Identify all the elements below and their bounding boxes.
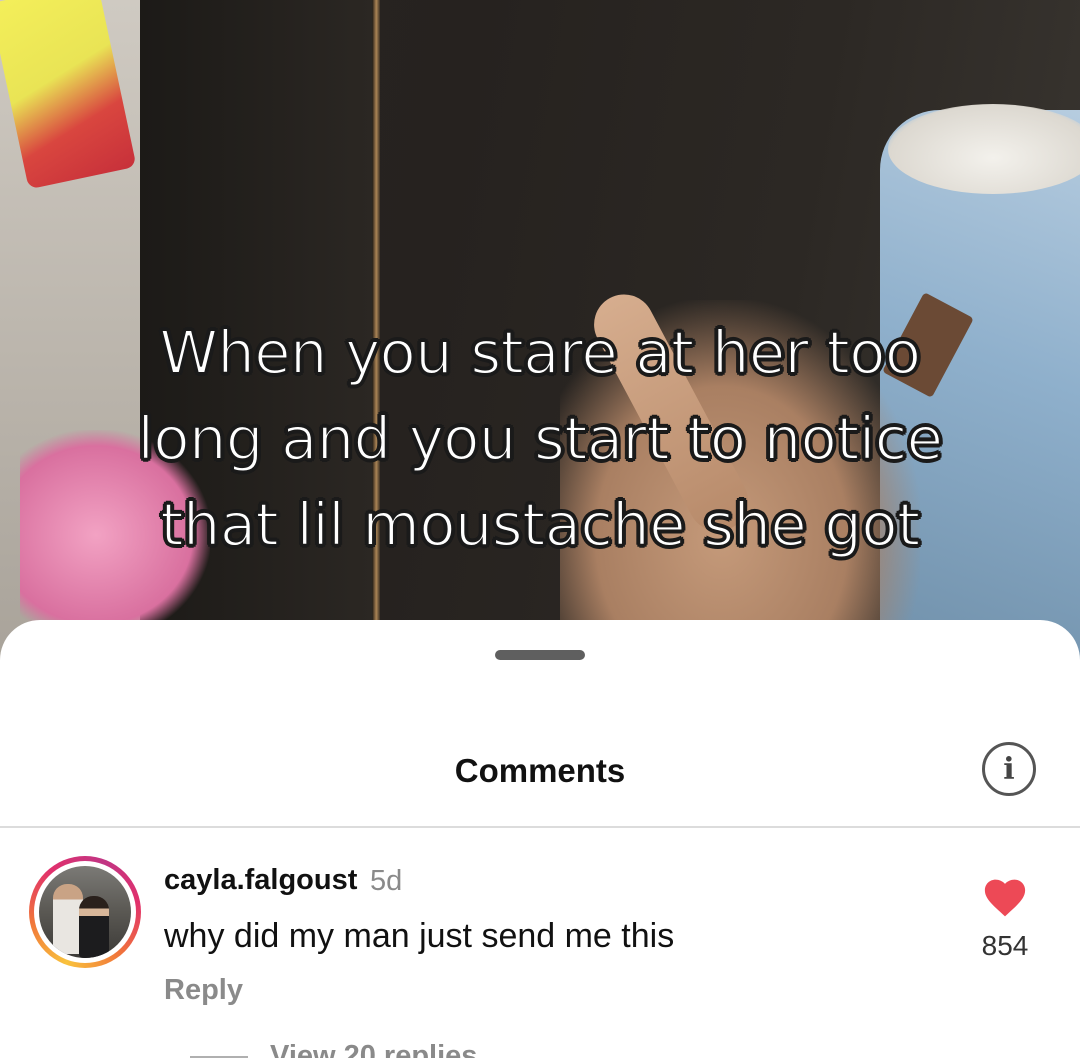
comments-sheet: Comments i cayla.falgoust 5d why did my … xyxy=(0,620,1080,1058)
reply-button[interactable]: Reply xyxy=(164,974,243,1007)
video-caption: When you stare at her too long and you s… xyxy=(40,310,1040,568)
avatar-photo xyxy=(39,866,131,958)
caption-line: When you stare at her too xyxy=(159,317,922,388)
caption-line: long and you start to notice xyxy=(137,403,944,474)
comment-username[interactable]: cayla.falgoust xyxy=(164,864,357,897)
sheet-drag-handle[interactable] xyxy=(495,650,585,660)
caption-line: that lil moustache she got xyxy=(159,489,921,560)
header-divider xyxy=(0,826,1080,828)
sheet-title: Comments xyxy=(454,752,626,789)
heart-icon[interactable] xyxy=(984,878,1026,918)
video-player[interactable]: When you stare at her too long and you s… xyxy=(0,0,1080,660)
info-icon[interactable]: i xyxy=(982,742,1036,796)
comment-timestamp: 5d xyxy=(370,865,403,897)
view-replies-button[interactable]: View 20 replies xyxy=(270,1040,477,1058)
avatar[interactable] xyxy=(29,856,141,968)
comment-text: why did my man just send me this xyxy=(164,917,675,955)
like-count: 854 xyxy=(981,930,1029,961)
